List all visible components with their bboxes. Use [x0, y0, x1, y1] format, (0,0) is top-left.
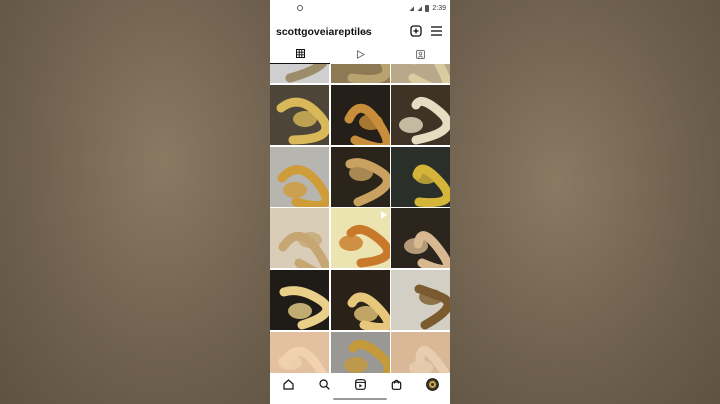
reels-tab[interactable]	[330, 44, 390, 64]
snake-photo	[345, 158, 390, 207]
create-post-button[interactable]	[409, 24, 423, 38]
chevron-down-icon[interactable]: ⌄	[362, 27, 369, 36]
post-thumbnail[interactable]	[330, 332, 390, 373]
snake-photo	[279, 286, 329, 330]
snake-photo	[409, 346, 450, 373]
search-button[interactable]	[315, 375, 333, 393]
search-icon	[318, 378, 330, 390]
snake-photo	[408, 64, 450, 83]
tagged-icon	[415, 49, 425, 59]
reels-nav-button[interactable]	[351, 375, 369, 393]
home-button[interactable]	[279, 375, 297, 393]
status-bar: 2:39	[270, 0, 450, 18]
bottom-navigation	[270, 373, 450, 395]
snake-photo	[278, 231, 329, 268]
post-thumbnail[interactable]	[270, 64, 329, 83]
wifi-icon	[417, 6, 423, 11]
post-thumbnail[interactable]	[270, 147, 329, 207]
battery-icon	[425, 5, 430, 12]
post-thumbnail[interactable]	[270, 85, 329, 145]
shop-button[interactable]	[387, 375, 405, 393]
post-thumbnail[interactable]	[391, 85, 450, 145]
gesture-bar[interactable]	[333, 398, 387, 400]
hamburger-menu-icon	[430, 26, 442, 36]
menu-button[interactable]	[429, 24, 443, 38]
reels-icon	[356, 49, 365, 59]
plus-square-icon	[410, 25, 422, 37]
post-thumbnail[interactable]	[330, 64, 390, 83]
snake-photo	[276, 97, 329, 145]
snake-photo	[347, 292, 390, 330]
home-icon	[282, 378, 294, 390]
post-thumbnail[interactable]	[391, 270, 450, 330]
status-time: 2:39	[432, 5, 446, 12]
profile-tabs	[270, 44, 450, 65]
profile-avatar	[425, 377, 439, 391]
blurred-background-left	[0, 0, 270, 404]
snake-photo	[344, 103, 390, 145]
signal-icon	[409, 6, 415, 11]
snake-photo	[343, 339, 390, 373]
post-thumbnail[interactable]	[330, 147, 390, 207]
snake-photo	[277, 165, 329, 207]
snake-photo	[347, 64, 390, 83]
phone-screen: 2:39 scottgoveiareptiles ⌄	[270, 0, 450, 404]
snake-photo	[404, 231, 450, 268]
post-thumbnail[interactable]	[270, 332, 329, 373]
post-thumbnail[interactable]	[270, 270, 329, 330]
snake-photo	[414, 284, 450, 330]
post-thumbnail[interactable]	[270, 208, 329, 268]
snake-photo	[412, 164, 450, 207]
snake-photo	[278, 346, 327, 373]
post-thumbnail[interactable]	[391, 208, 450, 268]
post-thumbnail[interactable]	[330, 85, 390, 145]
reel-play-icon	[380, 211, 387, 219]
username[interactable]: scottgoveiareptiles	[276, 26, 372, 38]
post-thumbnail[interactable]	[330, 270, 390, 330]
profile-button[interactable]	[423, 375, 441, 393]
post-thumbnail[interactable]	[391, 147, 450, 207]
posts-grid	[270, 64, 450, 373]
tagged-tab[interactable]	[390, 44, 450, 64]
snake-photo	[399, 96, 450, 145]
snake-photo	[285, 64, 328, 83]
grid-tab[interactable]	[270, 44, 330, 64]
post-thumbnail[interactable]	[330, 208, 390, 268]
profile-header: scottgoveiareptiles ⌄	[270, 20, 450, 44]
reels-nav-icon	[354, 378, 366, 390]
grid-icon	[295, 49, 305, 58]
post-thumbnail[interactable]	[391, 64, 450, 83]
blurred-background-right	[450, 0, 720, 404]
shop-icon	[391, 379, 401, 390]
notification-icon	[297, 5, 303, 11]
post-thumbnail[interactable]	[391, 332, 450, 373]
